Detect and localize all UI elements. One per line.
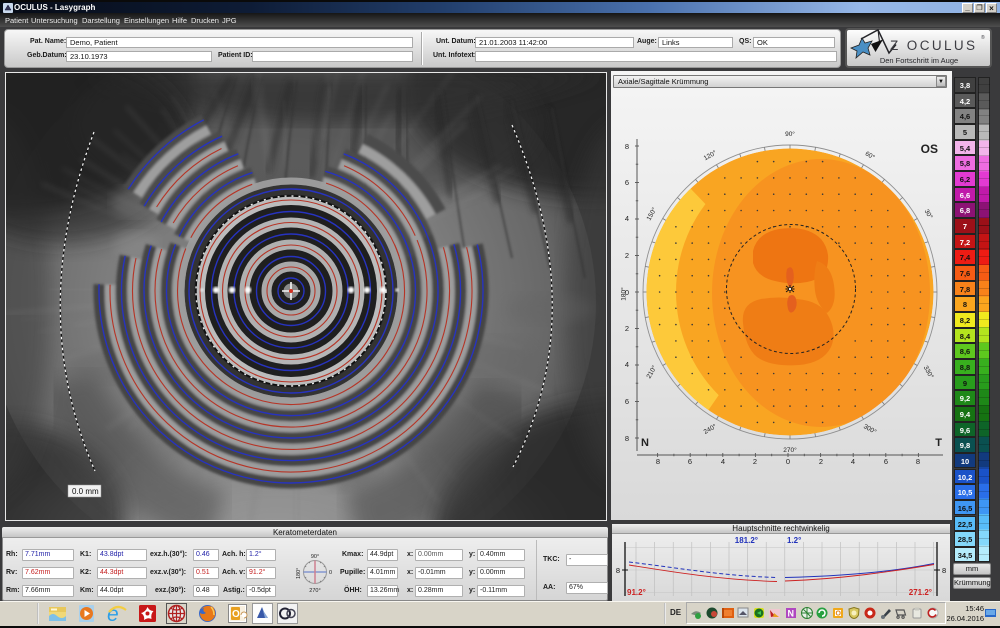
svg-text:N: N xyxy=(788,609,795,619)
svg-text:1.2°: 1.2° xyxy=(787,536,801,545)
svg-text:180°: 180° xyxy=(296,568,302,579)
svg-text:2: 2 xyxy=(625,251,629,260)
svg-text:O: O xyxy=(836,611,842,618)
svg-text:181.2°: 181.2° xyxy=(735,536,758,545)
svg-text:4: 4 xyxy=(625,360,629,369)
svg-text:91.2°: 91.2° xyxy=(627,588,646,597)
svg-text:T: T xyxy=(935,437,942,449)
svg-text:0: 0 xyxy=(786,457,790,466)
svg-text:4: 4 xyxy=(851,457,855,466)
svg-text:270°: 270° xyxy=(783,446,797,454)
svg-text:2: 2 xyxy=(819,457,823,466)
svg-text:6: 6 xyxy=(884,457,888,466)
svg-text:4: 4 xyxy=(625,214,629,223)
svg-text:2: 2 xyxy=(753,457,757,466)
svg-text:8: 8 xyxy=(616,566,620,575)
svg-text:4: 4 xyxy=(721,457,725,466)
svg-text:O: O xyxy=(232,609,240,620)
svg-text:8: 8 xyxy=(625,142,629,151)
svg-text:®: ® xyxy=(981,34,985,41)
svg-text:270°: 270° xyxy=(309,588,320,594)
svg-text:2: 2 xyxy=(625,324,629,333)
svg-text:0: 0 xyxy=(329,570,332,576)
svg-text:8: 8 xyxy=(916,457,920,466)
svg-text:8: 8 xyxy=(942,566,946,575)
svg-text:Den Fortschritt im Auge: Den Fortschritt im Auge xyxy=(880,56,958,65)
svg-text:8: 8 xyxy=(656,457,660,466)
svg-text:271.2°: 271.2° xyxy=(909,588,932,597)
svg-text:8: 8 xyxy=(625,434,629,443)
svg-text:90°: 90° xyxy=(785,130,795,138)
svg-text:0.0 mm: 0.0 mm xyxy=(72,487,99,496)
svg-text:6: 6 xyxy=(688,457,692,466)
svg-text:N: N xyxy=(641,437,649,449)
svg-text:OS: OS xyxy=(921,142,938,156)
svg-text:Z OCULUS: Z OCULUS xyxy=(890,38,977,53)
svg-text:6: 6 xyxy=(625,397,629,406)
svg-text:180°: 180° xyxy=(620,287,628,301)
svg-text:6: 6 xyxy=(625,178,629,187)
svg-text:90°: 90° xyxy=(311,554,319,560)
